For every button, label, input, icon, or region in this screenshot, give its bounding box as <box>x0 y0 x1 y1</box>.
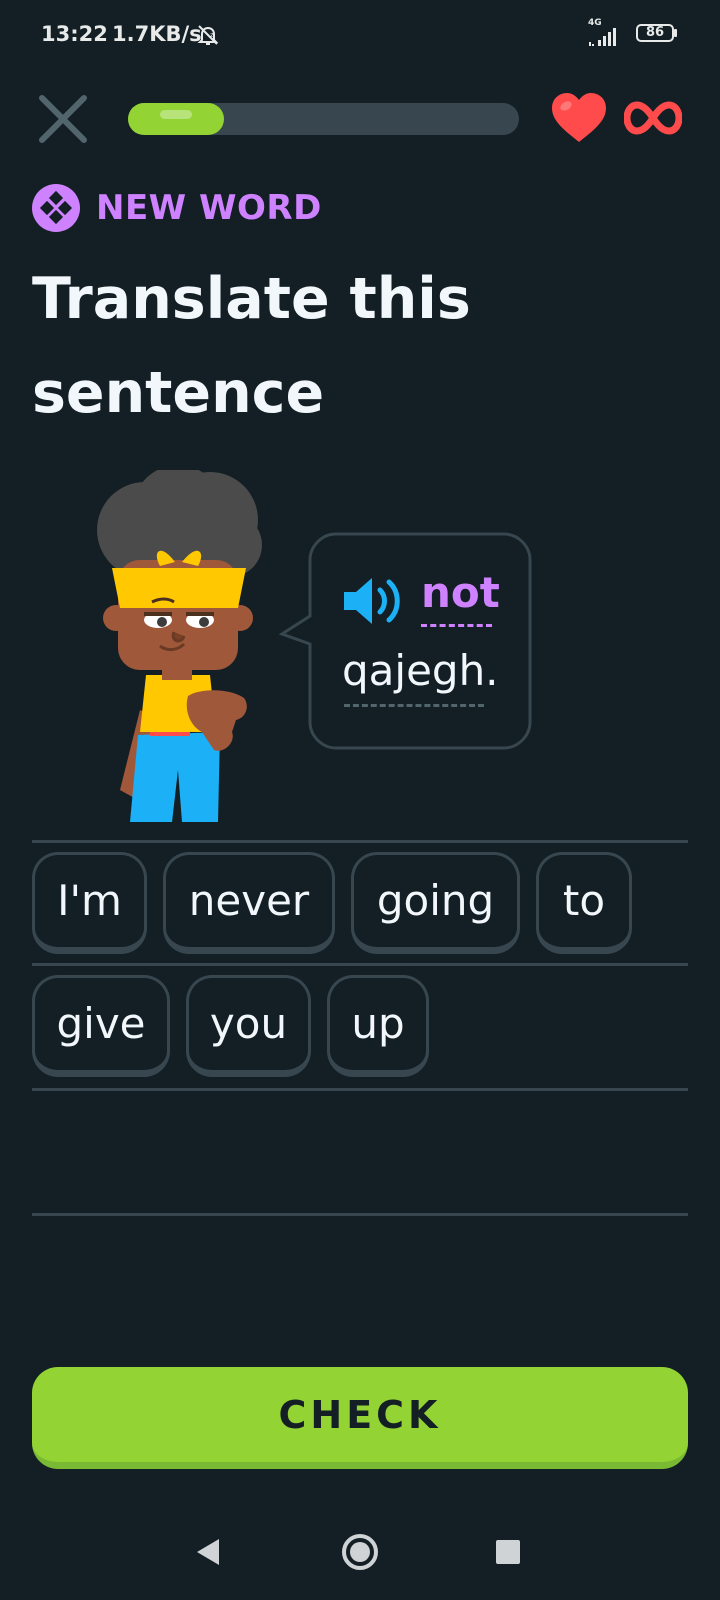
lesson-progress-bar <box>128 103 519 135</box>
new-word-underline <box>421 624 492 627</box>
word-tile-give[interactable]: give <box>32 975 170 1077</box>
answer-line <box>32 963 688 966</box>
nav-recents-button[interactable] <box>496 1540 520 1564</box>
signal-icon: 4G <box>588 18 628 48</box>
sentence-word-new[interactable]: not <box>421 568 500 617</box>
word-tile-up[interactable]: up <box>327 975 429 1077</box>
battery-level: 86 <box>645 25 665 40</box>
status-network-speed: 1.7KB/s <box>112 22 202 46</box>
status-bar: 13:22 1.7KB/s z 4G 86 <box>0 0 720 70</box>
bell-muted-icon: z <box>197 25 219 45</box>
battery-icon: 86 <box>636 24 677 44</box>
word-underline <box>344 704 484 707</box>
word-tile-never[interactable]: never <box>163 852 335 954</box>
speaker-icon <box>344 578 400 624</box>
word-tile-im[interactable]: I'm <box>32 852 147 954</box>
word-tile-going[interactable]: going <box>351 852 520 954</box>
check-button[interactable]: CHECK <box>32 1367 688 1469</box>
close-button[interactable] <box>36 92 90 146</box>
play-audio-button[interactable] <box>340 574 406 628</box>
sentence-word[interactable]: qajegh. <box>342 646 499 695</box>
word-tile-to[interactable]: to <box>536 852 632 954</box>
word-tile-you[interactable]: you <box>186 975 311 1077</box>
close-icon <box>39 95 87 143</box>
svg-text:z: z <box>210 31 214 39</box>
progress-fill <box>128 103 224 135</box>
character-illustration <box>97 470 262 822</box>
challenge-title-line1: Translate this <box>32 266 471 332</box>
heart-icon <box>552 93 606 142</box>
answer-line <box>32 1213 688 1216</box>
challenge-title-line2: sentence <box>32 360 325 426</box>
status-time: 13:22 <box>41 22 108 46</box>
challenge-title: Translate this sentence <box>32 252 672 440</box>
hearts-count: ∞ <box>624 100 682 136</box>
new-word-label: NEW WORD <box>96 188 322 228</box>
answer-line <box>32 840 688 843</box>
lesson-screen: 13:22 1.7KB/s z 4G 86 NEW WORD Translate… <box>0 0 720 1600</box>
nav-back-button[interactable] <box>195 1537 221 1567</box>
answer-line <box>32 1088 688 1091</box>
nav-home-button[interactable] <box>341 1533 379 1571</box>
speech-bubble: not qajegh. <box>278 532 532 750</box>
new-word-icon <box>32 184 80 232</box>
progress-shine <box>160 110 192 119</box>
